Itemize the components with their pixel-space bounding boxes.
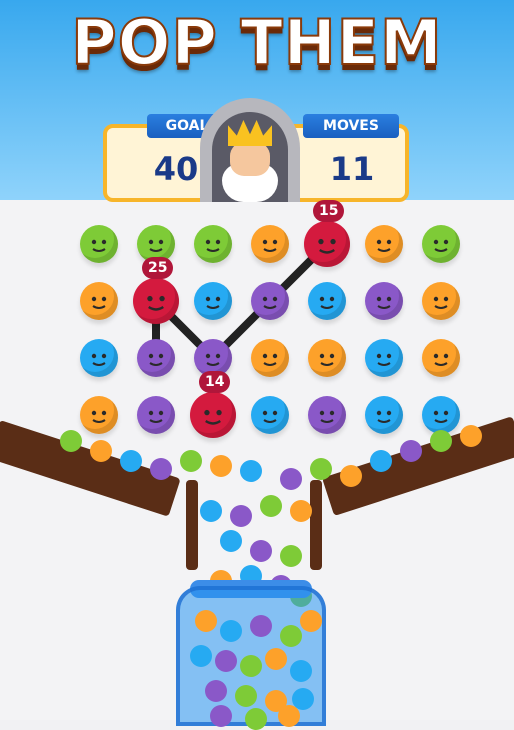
- orange-ball[interactable]: [422, 339, 460, 377]
- green-ball: [280, 625, 302, 647]
- bomb-counter-badge: 25: [142, 257, 174, 279]
- purple-ball[interactable]: [365, 282, 403, 320]
- page-title: POP THEM: [70, 5, 443, 80]
- orange-ball[interactable]: [365, 225, 403, 263]
- orange-ball[interactable]: [80, 282, 118, 320]
- green-ball: [245, 708, 267, 730]
- purple-ball: [210, 705, 232, 727]
- purple-ball: [230, 505, 252, 527]
- blue-ball: [190, 645, 212, 667]
- orange-ball: [290, 500, 312, 522]
- purple-ball: [205, 680, 227, 702]
- blue-ball: [220, 530, 242, 552]
- green-ball: [260, 495, 282, 517]
- blue-ball: [370, 450, 392, 472]
- orange-ball: [340, 465, 362, 487]
- red-ball[interactable]: [133, 278, 179, 324]
- blue-ball[interactable]: [194, 282, 232, 320]
- king-portal: [212, 112, 288, 202]
- moves-label: MOVES: [303, 114, 399, 138]
- blue-ball[interactable]: [308, 282, 346, 320]
- purple-ball[interactable]: [137, 396, 175, 434]
- orange-ball: [265, 648, 287, 670]
- green-ball: [235, 685, 257, 707]
- purple-ball: [250, 540, 272, 562]
- purple-ball: [400, 440, 422, 462]
- purple-ball[interactable]: [137, 339, 175, 377]
- orange-ball[interactable]: [308, 339, 346, 377]
- blue-ball[interactable]: [251, 396, 289, 434]
- orange-ball[interactable]: [251, 339, 289, 377]
- blue-ball[interactable]: [80, 339, 118, 377]
- orange-ball: [300, 610, 322, 632]
- orange-ball: [210, 455, 232, 477]
- orange-ball: [278, 705, 300, 727]
- blue-ball: [120, 450, 142, 472]
- green-ball: [310, 458, 332, 480]
- king-avatar: [200, 98, 300, 202]
- orange-ball: [195, 610, 217, 632]
- purple-ball: [215, 650, 237, 672]
- king-face-icon: [230, 142, 270, 176]
- purple-ball[interactable]: [251, 282, 289, 320]
- blue-ball[interactable]: [422, 396, 460, 434]
- orange-ball[interactable]: [251, 225, 289, 263]
- green-ball[interactable]: [80, 225, 118, 263]
- green-ball: [430, 430, 452, 452]
- orange-ball[interactable]: [80, 396, 118, 434]
- orange-ball: [460, 425, 482, 447]
- blue-ball: [220, 620, 242, 642]
- green-ball: [180, 450, 202, 472]
- crown-icon: [228, 120, 272, 146]
- blue-ball: [290, 660, 312, 682]
- blue-ball: [240, 460, 262, 482]
- purple-ball: [280, 468, 302, 490]
- green-ball: [240, 655, 262, 677]
- blue-ball[interactable]: [365, 339, 403, 377]
- red-ball[interactable]: [304, 221, 350, 267]
- blue-ball[interactable]: [365, 396, 403, 434]
- purple-ball: [150, 458, 172, 480]
- purple-ball[interactable]: [308, 396, 346, 434]
- purple-ball: [250, 615, 272, 637]
- moves-value: 11: [329, 150, 375, 188]
- green-ball: [60, 430, 82, 452]
- orange-ball[interactable]: [422, 282, 460, 320]
- bomb-counter-badge: 15: [313, 200, 345, 222]
- green-ball[interactable]: [194, 225, 232, 263]
- green-ball: [280, 545, 302, 567]
- blue-ball: [200, 500, 222, 522]
- bomb-counter-badge: 14: [199, 371, 231, 393]
- green-ball[interactable]: [422, 225, 460, 263]
- orange-ball: [90, 440, 112, 462]
- right-post: [310, 480, 322, 570]
- red-ball[interactable]: [190, 392, 236, 438]
- left-post: [186, 480, 198, 570]
